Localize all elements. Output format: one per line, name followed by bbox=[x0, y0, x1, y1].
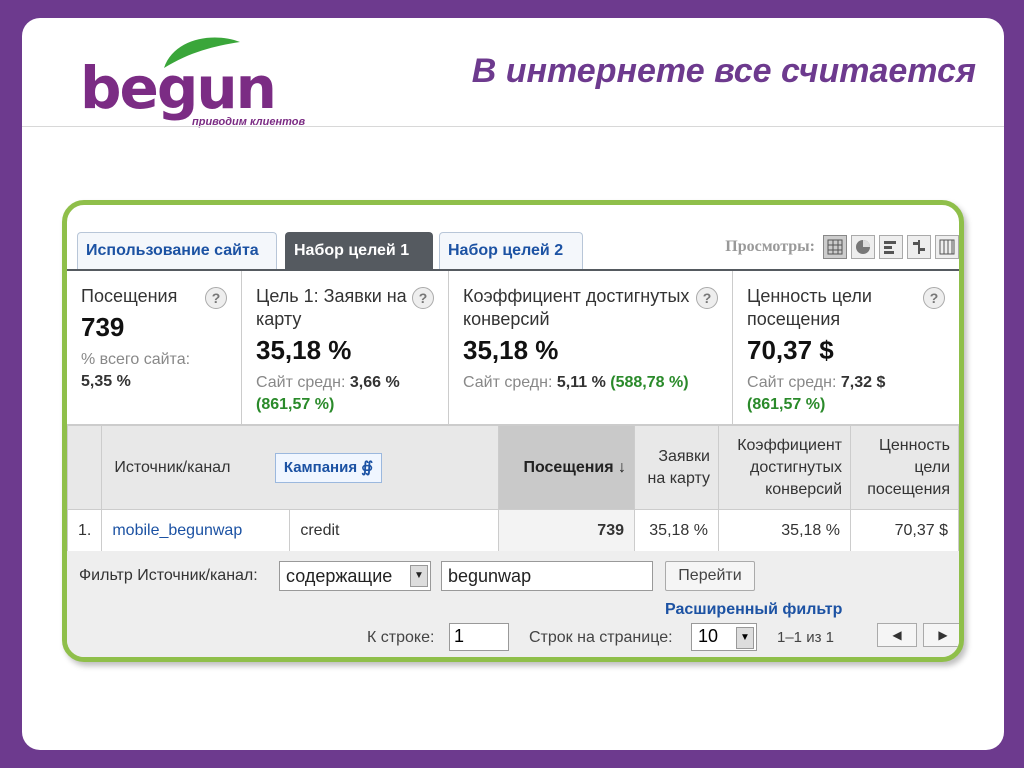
col-conversion[interactable]: Коэффициент достигнутых конверсий bbox=[718, 425, 851, 510]
tab-site-usage[interactable]: Использование сайта bbox=[77, 232, 277, 270]
goto-row-input[interactable]: 1 bbox=[449, 623, 509, 651]
row-conversion: 35,18 % bbox=[718, 509, 851, 552]
metric-sub-label: Сайт средн: bbox=[256, 374, 346, 391]
metric-goal-value: Ценность цели посещения 70,37 $ Сайт сре… bbox=[733, 271, 959, 424]
metric-change: (861,57 %) bbox=[747, 396, 826, 413]
metric-sub: Сайт средн: 3,66 % (861,57 %) bbox=[256, 372, 436, 416]
metric-sub-label: Сайт средн: bbox=[463, 374, 553, 391]
help-icon[interactable]: ? bbox=[696, 287, 718, 309]
metric-sub: Сайт средн: 7,32 $ (861,57 %) bbox=[747, 372, 947, 416]
col-index bbox=[67, 425, 103, 510]
metric-conversion: Коэффициент достигнутых конверсий 35,18 … bbox=[449, 271, 733, 424]
metric-label: Цель 1: Заявки на карту bbox=[256, 286, 407, 329]
rows-per-page-select[interactable]: 10 ▼ bbox=[691, 623, 757, 651]
row-source: mobile_begunwap bbox=[101, 509, 291, 552]
row-visits: 739 bbox=[498, 509, 635, 552]
metric-sub-value: 5,35 % bbox=[81, 373, 131, 390]
row-index: 1. bbox=[67, 509, 103, 552]
filter-mode-value: содержащие bbox=[286, 566, 393, 586]
table-row: 1. mobile_begunwap credit 739 35,18 % 35… bbox=[67, 509, 959, 552]
metric-label: Коэффициент достигнутых конверсий bbox=[463, 286, 690, 329]
metric-goal-1: Цель 1: Заявки на карту 35,18 % Сайт сре… bbox=[242, 271, 449, 424]
help-icon[interactable]: ? bbox=[923, 287, 945, 309]
col-visits[interactable]: Посещения ↓ bbox=[498, 425, 635, 510]
metric-value: 70,37 $ bbox=[747, 335, 834, 365]
prev-page-button[interactable]: ◀ bbox=[877, 623, 917, 647]
col-source: Источник/канал Кампания ∯ bbox=[101, 425, 499, 510]
metric-sub-label: Сайт средн: bbox=[747, 374, 837, 391]
bar-view-icon[interactable] bbox=[879, 235, 903, 259]
go-button[interactable]: Перейти bbox=[665, 561, 755, 591]
rows-per-page-value: 10 bbox=[698, 626, 719, 646]
page-range: 1–1 из 1 bbox=[777, 629, 834, 646]
col-source-label: Источник/канал bbox=[114, 458, 231, 476]
metric-label: Ценность цели посещения bbox=[747, 286, 872, 329]
metric-sub-value: 5,11 % bbox=[556, 374, 606, 391]
metric-change: (588,78 %) bbox=[610, 374, 689, 391]
col-requests[interactable]: Заявки на карту bbox=[634, 425, 719, 510]
filter-query-input[interactable]: begunwap bbox=[441, 561, 653, 591]
tab-bar: Использование сайта Набор целей 1 Набор … bbox=[67, 205, 959, 271]
views-label: Просмотры: bbox=[725, 238, 815, 255]
pie-view-icon[interactable] bbox=[851, 235, 875, 259]
row-goal-value: 70,37 $ bbox=[850, 509, 959, 552]
row-requests: 35,18 % bbox=[634, 509, 719, 552]
title-divider bbox=[22, 126, 1004, 127]
source-link[interactable]: mobile_begunwap bbox=[112, 522, 242, 539]
metric-sub-value: 3,66 % bbox=[349, 374, 400, 391]
table-view-icon[interactable] bbox=[823, 235, 847, 259]
next-page-button[interactable]: ▶ bbox=[923, 623, 959, 647]
views-switcher: Просмотры: bbox=[725, 235, 959, 259]
dropdown-arrow-icon: ▼ bbox=[736, 627, 754, 649]
begun-logo: begun приводим клиентов bbox=[80, 32, 330, 132]
campaign-dimension-select[interactable]: Кампания ∯ bbox=[274, 452, 383, 483]
metric-sub: Сайт средн: 5,11 % (588,78 %) bbox=[463, 372, 720, 394]
chevron-down-icon: ∯ bbox=[361, 458, 374, 476]
tab-goal-set-2[interactable]: Набор целей 2 bbox=[439, 232, 583, 270]
help-icon[interactable]: ? bbox=[412, 287, 434, 309]
rows-per-page-label: Строк на странице: bbox=[529, 629, 673, 646]
metric-change: (861,57 %) bbox=[256, 396, 335, 413]
campaign-select-label: Кампания bbox=[283, 458, 358, 476]
goto-row-label: К строке: bbox=[367, 629, 435, 646]
pivot-view-icon[interactable] bbox=[935, 235, 959, 259]
metric-sub: % всего сайта: 5,35 % bbox=[81, 349, 229, 393]
metric-value: 35,18 % bbox=[463, 335, 559, 365]
metric-value: 739 bbox=[81, 312, 125, 342]
metric-value: 35,18 % bbox=[256, 335, 352, 365]
logo-wordmark: begun bbox=[80, 54, 277, 122]
col-visits-label: Посещения bbox=[523, 458, 614, 476]
metric-sub-value: 7,32 $ bbox=[840, 374, 886, 391]
compare-view-icon[interactable] bbox=[907, 235, 931, 259]
advanced-filter-link[interactable]: Расширенный фильтр bbox=[665, 601, 842, 619]
sort-arrow-icon: ↓ bbox=[618, 458, 626, 476]
metrics-summary: Посещения 739 % всего сайта: 5,35 % ? Це… bbox=[67, 271, 959, 425]
chevron-left-icon: ◀ bbox=[892, 628, 902, 642]
help-icon[interactable]: ? bbox=[205, 287, 227, 309]
table-header-row: Источник/канал Кампания ∯ Посещения ↓ За… bbox=[67, 425, 959, 510]
metric-sub-label: % всего сайта: bbox=[81, 351, 191, 368]
analytics-panel: Использование сайта Набор целей 1 Набор … bbox=[62, 200, 964, 662]
tab-goal-set-1[interactable]: Набор целей 1 bbox=[285, 232, 433, 270]
filter-mode-select[interactable]: содержащие ▼ bbox=[279, 561, 431, 591]
row-campaign: credit bbox=[289, 509, 499, 552]
report-table: Источник/канал Кампания ∯ Посещения ↓ За… bbox=[67, 425, 959, 552]
filter-label: Фильтр Источник/канал: bbox=[79, 567, 258, 584]
dropdown-arrow-icon: ▼ bbox=[410, 565, 428, 587]
slide-title: В интернете все считается bbox=[471, 52, 976, 90]
metric-visits: Посещения 739 % всего сайта: 5,35 % ? bbox=[67, 271, 242, 424]
chevron-right-icon: ▶ bbox=[938, 628, 948, 642]
filter-bar: Фильтр Источник/канал: содержащие ▼ begu… bbox=[67, 551, 959, 657]
slide: begun приводим клиентов В интернете все … bbox=[22, 18, 1004, 750]
col-goal-value[interactable]: Ценность цели посещения bbox=[850, 425, 959, 510]
